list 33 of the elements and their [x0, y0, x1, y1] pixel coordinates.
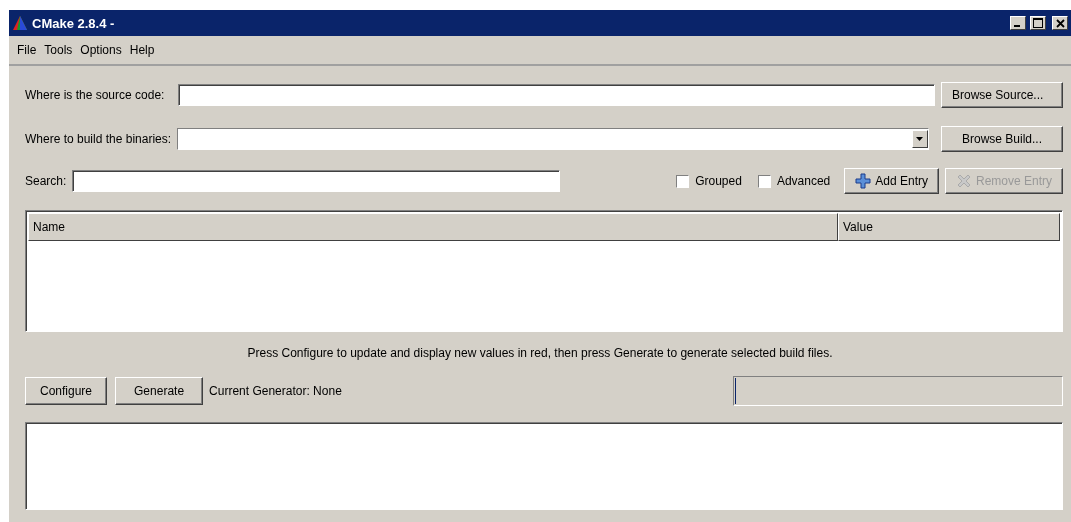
close-button[interactable]	[1052, 16, 1068, 30]
minimize-button[interactable]	[1010, 16, 1026, 30]
maximize-button[interactable]	[1030, 16, 1046, 30]
checkbox-label: Advanced	[776, 174, 831, 188]
generate-button[interactable]: Generate	[115, 377, 204, 405]
browse-build-button[interactable]: Browse Build...	[941, 126, 1063, 152]
menu-item[interactable]: Help	[125, 43, 159, 57]
build-dropdown[interactable]	[177, 128, 929, 150]
menu-item[interactable]: Options	[76, 43, 126, 57]
column-header[interactable]: Value	[838, 213, 1060, 241]
close-icon	[1055, 18, 1065, 28]
checkbox-label: Grouped	[695, 174, 742, 188]
search-field[interactable]	[72, 170, 561, 192]
cross-icon	[955, 173, 972, 189]
source-field[interactable]	[178, 84, 935, 106]
plus-icon	[855, 173, 872, 189]
generator-text: Current Generator: None	[209, 384, 342, 398]
menu-item[interactable]: File	[13, 43, 41, 57]
add-entry-button[interactable]: Add Entry	[844, 168, 939, 194]
configure-button[interactable]: Configure	[25, 377, 108, 405]
column-header[interactable]: Name	[28, 213, 838, 241]
field-label: Search:	[25, 174, 67, 188]
dropdown-arrow-icon	[916, 136, 924, 142]
field-label: Where is the source code:	[25, 88, 165, 102]
browse-source-button[interactable]: Browse Source...	[941, 82, 1063, 108]
field-label: Where to build the binaries:	[25, 132, 172, 146]
app-logo-icon	[12, 15, 28, 31]
checkbox[interactable]	[757, 174, 771, 188]
hint-text: Press Configure to update and display new values in red, then press Generate to generate selected build files.	[247, 346, 833, 360]
menu-item[interactable]: Tools	[40, 43, 77, 57]
maximize-icon	[1033, 18, 1043, 28]
checkbox[interactable]	[676, 174, 690, 188]
window-title: CMake 2.8.4 -	[32, 15, 116, 31]
